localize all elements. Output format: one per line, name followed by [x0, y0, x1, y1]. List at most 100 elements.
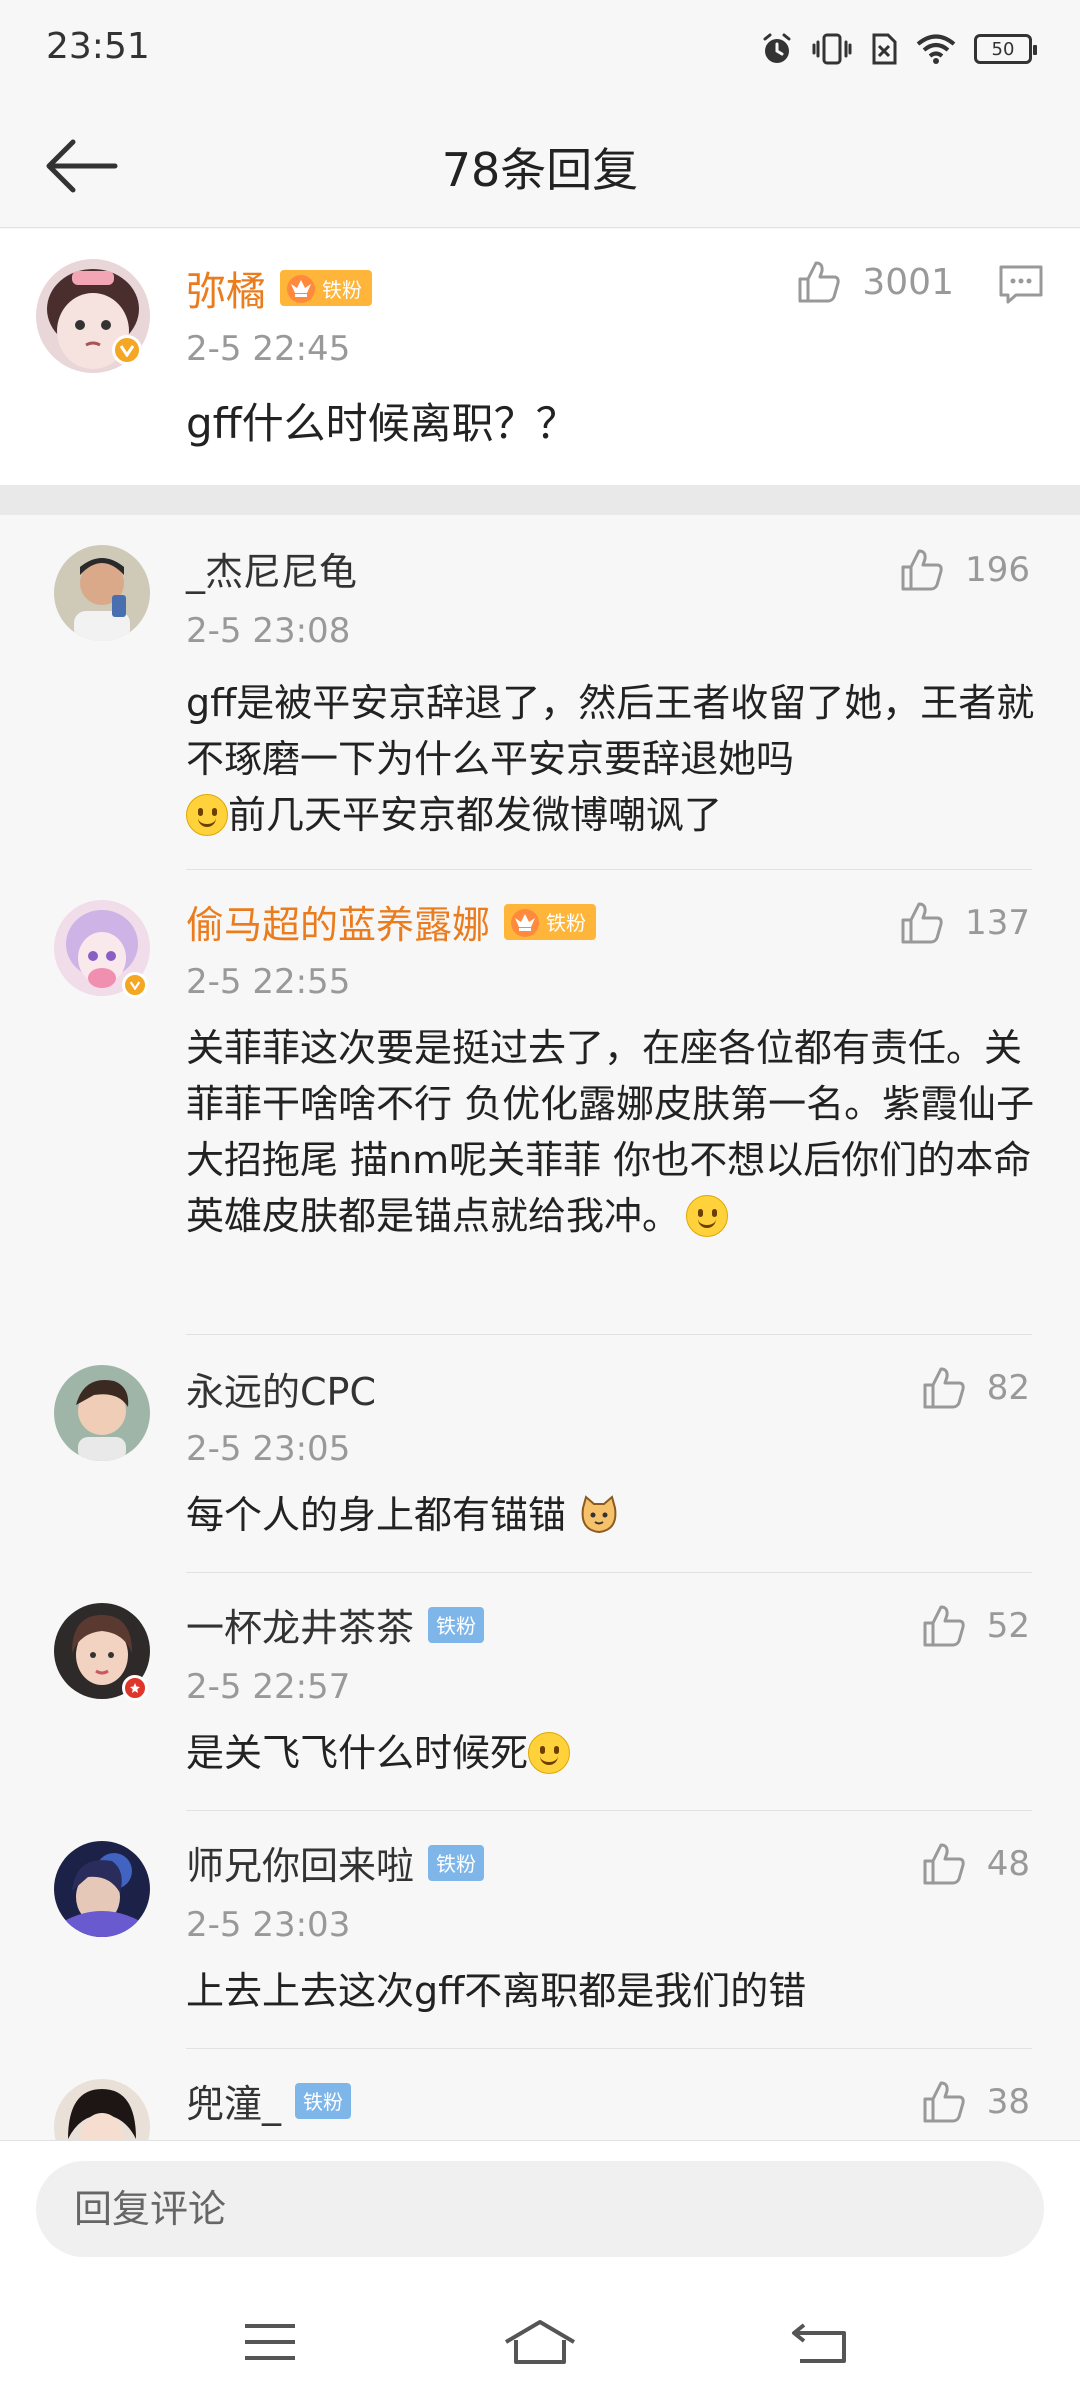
timestamp: 2-5 23:03 — [186, 1905, 351, 1945]
system-nav-bar — [0, 2291, 1080, 2391]
avatar-image — [54, 1365, 150, 1461]
fan-badge: 铁粉 — [428, 1606, 485, 1643]
crown-icon — [511, 908, 540, 937]
thumbs-up-icon — [923, 1843, 965, 1885]
like-button[interactable]: 3001 — [796, 259, 954, 305]
timestamp: 2-5 23:05 — [186, 1429, 351, 1469]
username[interactable]: 偷马超的蓝养露娜 — [186, 894, 490, 949]
verified-badge — [112, 335, 142, 365]
like-button[interactable]: 48 — [921, 1841, 1030, 1887]
smile-emoji-icon — [186, 794, 228, 836]
like-count: 137 — [965, 903, 1030, 943]
thumbs-up-icon — [901, 902, 943, 944]
like-button[interactable]: 137 — [899, 900, 1030, 946]
fan-badge: 铁粉 — [428, 1844, 485, 1881]
like-button[interactable]: 196 — [899, 547, 1030, 593]
fan-badge: 铁粉 — [504, 903, 597, 940]
reply-list: _杰尼尼龟 2-5 23:08 gff是被平安京辞退了，然后王者收留了她，王者就… — [0, 515, 1080, 2140]
avatar[interactable] — [54, 2079, 150, 2140]
name-row: 师兄你回来啦 铁粉 — [186, 1835, 485, 1890]
like-count: 196 — [965, 550, 1030, 590]
wifi-icon — [916, 34, 956, 64]
like-count: 82 — [986, 1368, 1030, 1408]
name-row: 兜潼_ 铁粉 — [186, 2073, 352, 2128]
comment-text-body: 是关飞飞什么时候死 — [186, 1731, 529, 1775]
reply-item: 永远的CPC 2-5 23:05 每个人的身上都有锚锚 82 — [0, 1335, 1080, 1573]
comment-text-body: 关菲菲这次要是挺过去了，在座各位都有责任。关菲菲干啥啥不行 负优化露娜皮肤第一名… — [186, 1026, 1035, 1238]
main-comment: 弥橘 铁粉 2-5 22:45 gff什么时候离职？？ 3001 — [0, 229, 1080, 485]
username[interactable]: 永远的CPC — [186, 1361, 376, 1416]
comment-button[interactable] — [998, 263, 1044, 309]
avatar[interactable] — [54, 1841, 150, 1937]
comment-text: gff是被平安京辞退了，然后王者收留了她，王者就不琢磨一下为什么平安京要辞退她吗… — [186, 675, 1036, 843]
username[interactable]: 弥橘 — [186, 259, 266, 317]
checkmark-icon — [119, 345, 135, 357]
comment-text: 关菲菲这次要是挺过去了，在座各位都有责任。关菲菲干啥啥不行 负优化露娜皮肤第一名… — [186, 1020, 1036, 1244]
reply-input[interactable] — [36, 2161, 1044, 2257]
status-badge — [122, 1675, 148, 1701]
timestamp: 2-5 23:08 — [186, 611, 351, 651]
verified-badge — [122, 972, 148, 998]
timestamp: 2-5 22:55 — [186, 962, 351, 1002]
like-count: 52 — [986, 1606, 1030, 1646]
username[interactable]: 兜潼_ — [186, 2073, 281, 2128]
crown-icon — [287, 275, 315, 303]
back-icon — [792, 2323, 846, 2363]
name-row: 永远的CPC — [186, 1361, 376, 1416]
thumbs-up-icon — [798, 261, 841, 303]
page-header: 78条回复 — [0, 104, 1080, 228]
home-icon — [504, 2320, 576, 2364]
status-bar: 23:51 50 — [0, 0, 1080, 104]
username[interactable]: 一杯龙井茶茶 — [186, 1597, 414, 1652]
reply-item: _杰尼尼龟 2-5 23:08 gff是被平安京辞退了，然后王者收留了她，王者就… — [0, 515, 1080, 870]
timestamp: 2-5 22:57 — [186, 1667, 351, 1707]
checkmark-icon — [129, 981, 141, 990]
like-count: 48 — [986, 1844, 1030, 1884]
section-divider — [0, 485, 1080, 515]
nav-back-button[interactable] — [780, 2307, 860, 2377]
reply-item: 一杯龙井茶茶 铁粉 2-5 22:57 是关飞飞什么时候死 52 — [0, 1573, 1080, 1811]
name-row: _杰尼尼龟 — [186, 541, 357, 596]
like-button[interactable]: 38 — [921, 2079, 1030, 2125]
page-title: 78条回复 — [441, 143, 639, 197]
avatar-image — [54, 2079, 150, 2140]
avatar[interactable] — [54, 545, 150, 641]
reply-item: 师兄你回来啦 铁粉 2-5 23:03 上去上去这次gff不离职都是我们的错 4… — [0, 1811, 1080, 2049]
thumbs-up-icon — [923, 2081, 965, 2123]
menu-icon — [245, 2324, 295, 2360]
like-count: 38 — [986, 2082, 1030, 2122]
username[interactable]: _杰尼尼龟 — [186, 541, 357, 596]
username[interactable]: 师兄你回来啦 — [186, 1835, 414, 1890]
like-count: 3001 — [862, 261, 954, 303]
name-row: 弥橘 铁粉 — [186, 259, 372, 317]
comment-text-body: 每个人的身上都有锚锚 — [186, 1493, 567, 1537]
fan-badge-label: 铁粉 — [546, 911, 587, 935]
star-icon — [130, 1683, 140, 1693]
avatar[interactable] — [54, 1365, 150, 1461]
comment-text: 每个人的身上都有锚锚 — [186, 1487, 1036, 1543]
nav-menu-button[interactable] — [230, 2307, 310, 2377]
thumbs-up-icon — [923, 1367, 965, 1409]
thumbs-up-icon — [923, 1605, 965, 1647]
bottom-bar — [0, 2140, 1080, 2400]
like-button[interactable]: 52 — [921, 1603, 1030, 1649]
comment-icon — [999, 265, 1043, 304]
comment-text-tail: 前几天平安京都发微博嘲讽了 — [228, 793, 723, 837]
status-time: 23:51 — [46, 26, 150, 67]
reply-item: 偷马超的蓝养露娜 铁粉 2-5 22:55 关菲菲这次要是挺过去了，在座各位都有… — [0, 870, 1080, 1335]
nav-home-button[interactable] — [500, 2307, 580, 2377]
battery-icon: 50 — [974, 34, 1037, 64]
status-icons: 50 — [760, 32, 1037, 66]
cat-emoji-icon — [581, 1495, 617, 1534]
fan-badge: 铁粉 — [280, 270, 372, 306]
comment-text: gff什么时候离职？？ — [186, 399, 578, 448]
like-button[interactable]: 82 — [921, 1365, 1030, 1411]
name-row: 一杯龙井茶茶 铁粉 — [186, 1597, 485, 1652]
comment-text: 是关飞飞什么时候死 — [186, 1725, 1036, 1781]
alarm-icon — [763, 33, 791, 63]
timestamp: 2-5 22:45 — [186, 329, 351, 369]
avatar-image — [54, 545, 150, 641]
sim-off-icon — [872, 33, 897, 65]
blush-emoji-icon — [686, 1195, 729, 1237]
avatar-image — [54, 1841, 150, 1937]
